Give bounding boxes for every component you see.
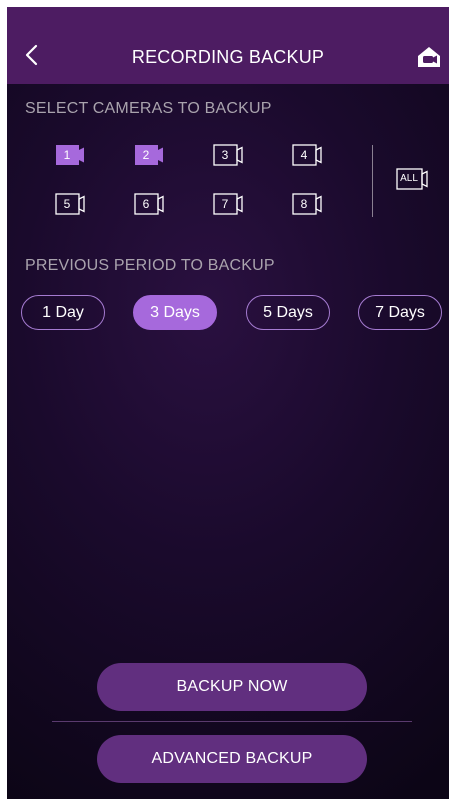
header-bar: RECORDING BACKUP <box>7 7 449 84</box>
camera-number: 5 <box>63 197 71 211</box>
camera-number: 4 <box>300 148 308 162</box>
period-option-3-days[interactable]: 3 Days <box>133 295 217 330</box>
button-divider <box>52 721 412 722</box>
page-title: RECORDING BACKUP <box>131 47 325 67</box>
backup-now-button[interactable]: BACKUP NOW <box>97 663 367 711</box>
camera-2-button[interactable]: 2 <box>134 144 164 166</box>
camera-number: 8 <box>300 197 308 211</box>
cameras-section-label: SELECT CAMERAS TO BACKUP <box>25 100 272 117</box>
home-button[interactable] <box>416 45 444 69</box>
camera-8-button[interactable]: 8 <box>292 193 322 215</box>
camera-all-label: ALL <box>400 173 418 184</box>
camera-number: 7 <box>221 197 229 211</box>
camera-number: 1 <box>63 148 71 162</box>
home-camera-icon <box>418 47 440 67</box>
camera-all-button[interactable]: ALL <box>396 168 428 190</box>
camera-4-button[interactable]: 4 <box>292 144 322 166</box>
period-section-label: PREVIOUS PERIOD TO BACKUP <box>25 257 275 274</box>
camera-3-button[interactable]: 3 <box>213 144 243 166</box>
camera-6-button[interactable]: 6 <box>134 193 164 215</box>
camera-1-button[interactable]: 1 <box>55 144 85 166</box>
camera-5-button[interactable]: 5 <box>55 193 85 215</box>
period-option-7-days[interactable]: 7 Days <box>358 295 442 330</box>
screen: RECORDING BACKUP SELECT CAMERAS TO BACKU… <box>7 7 449 799</box>
period-option-1-day[interactable]: 1 Day <box>21 295 105 330</box>
camera-number: 2 <box>142 148 150 162</box>
camera-number: 6 <box>142 197 150 211</box>
camera-7-button[interactable]: 7 <box>213 193 243 215</box>
camera-number: 3 <box>221 148 229 162</box>
camera-divider <box>372 145 373 217</box>
advanced-backup-button[interactable]: ADVANCED BACKUP <box>97 735 367 783</box>
period-option-5-days[interactable]: 5 Days <box>246 295 330 330</box>
